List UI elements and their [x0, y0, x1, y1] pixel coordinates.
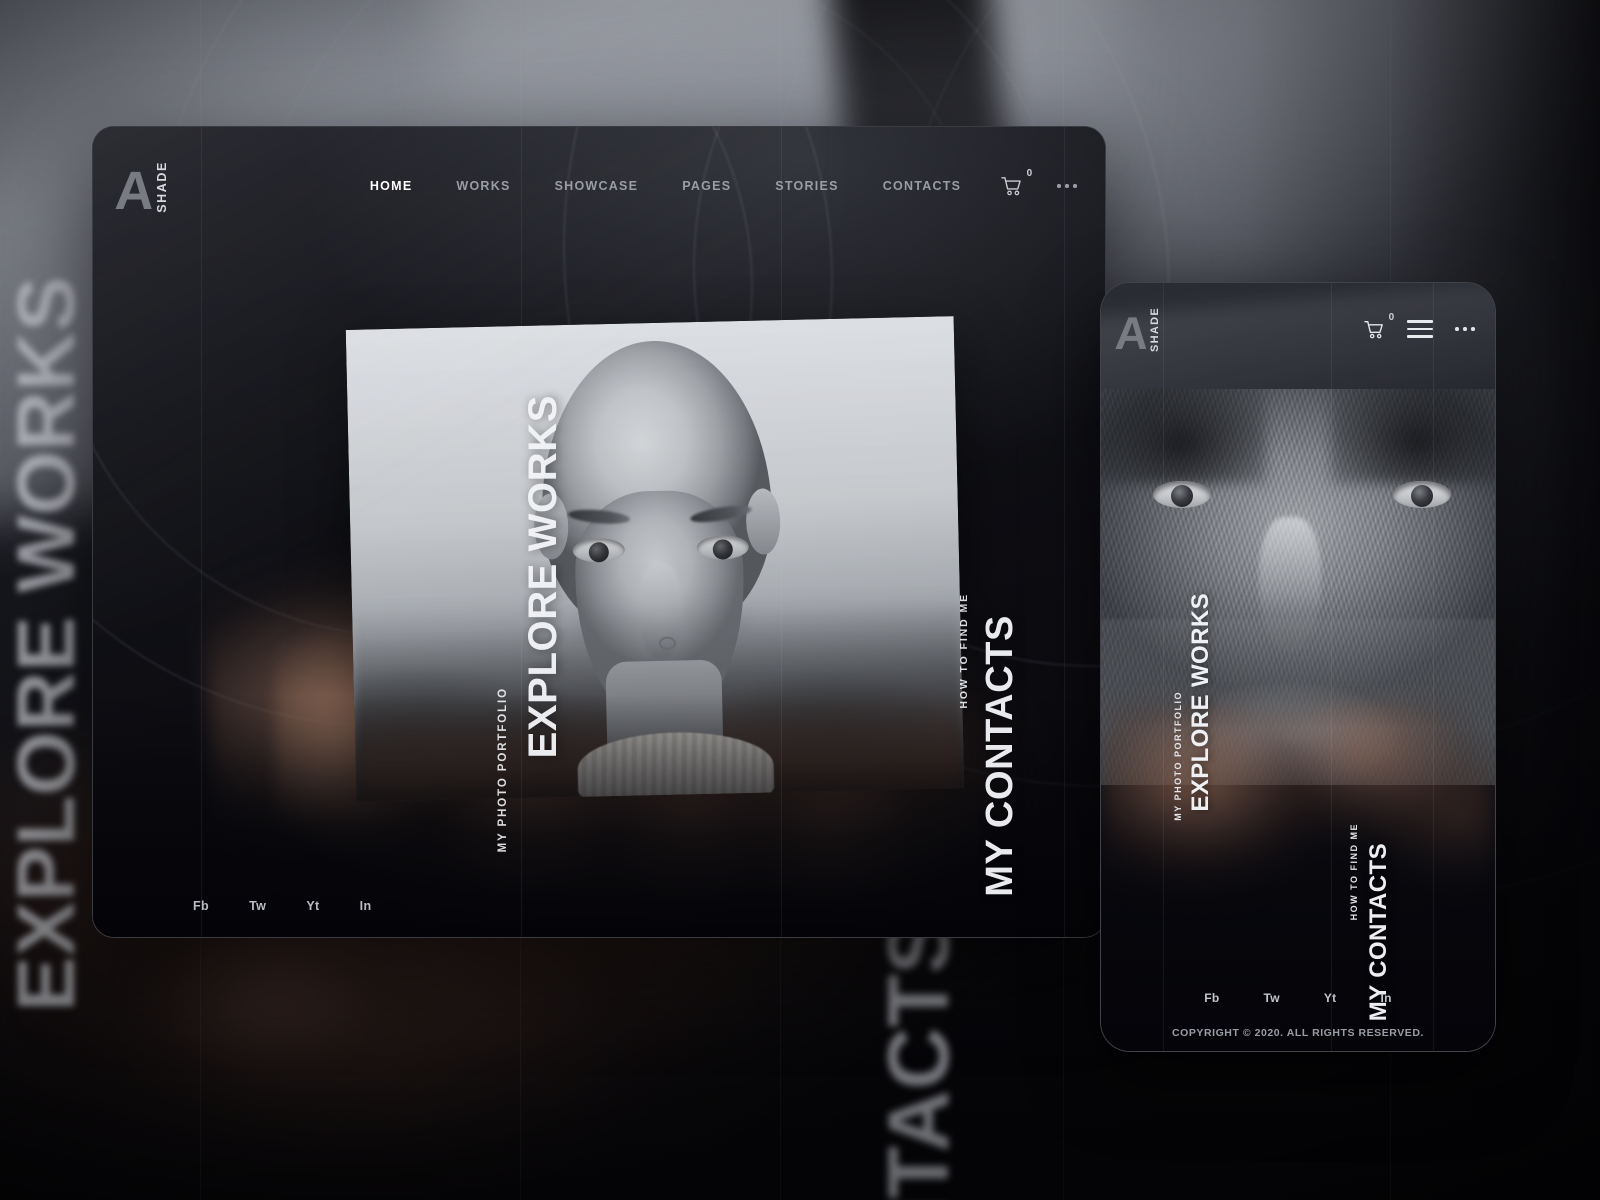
tablet-social-links: Fb Tw Yt In — [193, 899, 372, 913]
tablet-contacts-kicker: HOW TO FIND ME — [958, 593, 970, 709]
social-link-twitter[interactable]: Tw — [1264, 991, 1280, 1005]
shopping-cart-icon — [1001, 177, 1021, 196]
social-link-twitter[interactable]: Tw — [249, 899, 266, 913]
logo-word-shade: SHADE — [155, 161, 169, 213]
ellipsis-icon[interactable] — [1057, 184, 1077, 188]
shopping-cart-icon — [1364, 320, 1384, 338]
mobile-logo[interactable]: A SHADE — [1113, 305, 1162, 359]
mobile-contacts-kicker: HOW TO FIND ME — [1349, 823, 1359, 921]
mobile-cart-button[interactable]: 0 — [1364, 312, 1394, 339]
ellipsis-icon[interactable] — [1455, 327, 1475, 331]
mobile-header: A SHADE 0 — [1101, 283, 1495, 375]
tablet-header: A SHADE HOME WORKS SHOWCASE PAGES STORIE… — [93, 127, 1105, 245]
social-link-facebook[interactable]: Fb — [1204, 991, 1219, 1005]
cart-count-badge: 0 — [1388, 311, 1395, 323]
tablet-main-navigation: HOME WORKS SHOWCASE PAGES STORIES CONTAC… — [348, 168, 1077, 199]
social-link-youtube[interactable]: Yt — [306, 899, 319, 913]
mobile-works-title[interactable]: EXPLORE WORKS — [1187, 593, 1215, 812]
social-link-youtube[interactable]: Yt — [1324, 991, 1337, 1005]
nav-item-home[interactable]: HOME — [348, 173, 435, 199]
cart-button[interactable]: 0 — [1001, 168, 1032, 196]
screenshot-stage: EXPLORE WORKS MY CONTACTS — [0, 0, 1600, 1200]
tablet-contacts-title[interactable]: MY CONTACTS — [979, 615, 1022, 897]
logo[interactable]: A SHADE — [113, 159, 169, 221]
nav-item-contacts[interactable]: CONTACTS — [861, 173, 984, 199]
tablet-works-kicker: MY PHOTO PORTFOLIO — [497, 687, 509, 853]
social-link-facebook[interactable]: Fb — [193, 899, 209, 913]
nav-item-showcase[interactable]: SHOWCASE — [533, 173, 661, 199]
cart-count-badge: 0 — [1026, 168, 1033, 179]
mobile-copyright: COPYRIGHT © 2020. ALL RIGHTS RESERVED. — [1172, 1027, 1424, 1039]
tablet-device-mockup: A SHADE HOME WORKS SHOWCASE PAGES STORIE… — [92, 126, 1106, 938]
mobile-social-links: Fb Tw Yt In — [1101, 991, 1495, 1005]
tablet-works-title[interactable]: EXPLORE WORKS — [521, 395, 566, 758]
mobile-works-kicker: MY PHOTO PORTFOLIO — [1173, 691, 1183, 821]
nav-item-pages[interactable]: PAGES — [660, 173, 753, 199]
hamburger-menu-icon[interactable] — [1407, 320, 1434, 338]
nav-item-stories[interactable]: STORIES — [753, 173, 860, 199]
logo-word-shade: SHADE — [1149, 307, 1162, 353]
portrait-hat-left — [1101, 389, 1267, 485]
nav-item-works[interactable]: WORKS — [434, 173, 532, 199]
logo-mark-a: A — [113, 160, 154, 221]
logo-mark-a: A — [1113, 306, 1148, 359]
social-link-instagram[interactable]: In — [360, 899, 372, 913]
portrait-hat-right — [1329, 389, 1495, 485]
social-link-instagram[interactable]: In — [1380, 991, 1391, 1005]
mobile-device-mockup: A SHADE 0 MY PHOTO PORTFOLIO EXPLORE WOR… — [1100, 282, 1496, 1052]
